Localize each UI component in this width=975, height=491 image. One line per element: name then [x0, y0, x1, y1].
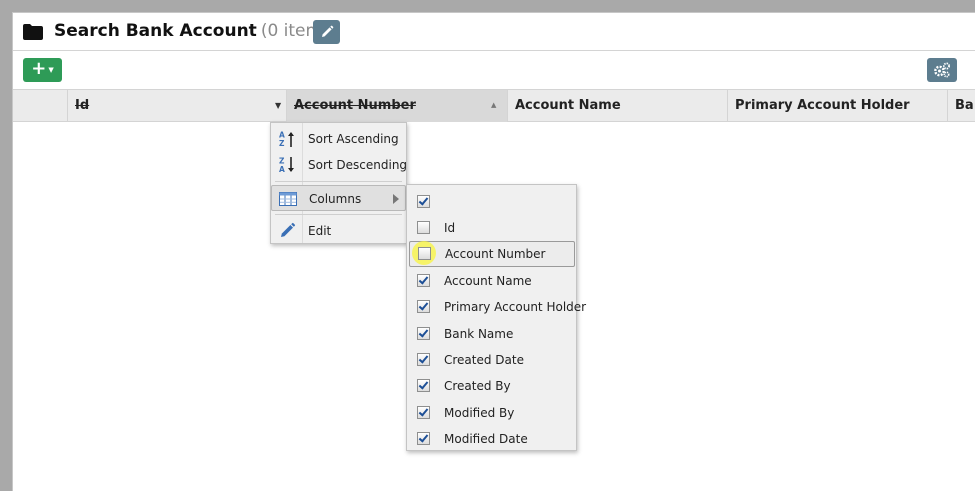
menu-item-label: Sort Ascending [308, 132, 399, 146]
column-toggle-account-number[interactable]: Account Number [409, 241, 575, 267]
column-toggle-label: Created By [444, 379, 511, 393]
menu-divider [275, 214, 402, 215]
checkbox-checked[interactable] [417, 327, 430, 340]
sort-ascending-icon: A Z [279, 131, 294, 148]
column-header-primary-account-holder[interactable]: Primary Account Holder [728, 90, 948, 122]
page-title-text: Search Bank Account [54, 21, 257, 41]
columns-icon [279, 192, 297, 206]
menu-item-label: Sort Descending [308, 158, 408, 172]
svg-text:Z: Z [279, 139, 285, 148]
menu-item-label: Columns [309, 192, 362, 206]
column-toggle-created-by[interactable]: Created By [409, 374, 575, 398]
column-toggle-label: Bank Name [444, 327, 514, 341]
pencil-icon [321, 25, 333, 37]
page-title: Search Bank Account (0 item) [54, 21, 329, 41]
column-header-account-number[interactable]: Account Number [287, 90, 508, 122]
column-toggle-label: Account Number [445, 247, 546, 261]
columns-submenu: Id Account Number Account Name Primary A… [406, 184, 586, 451]
checkbox-checked[interactable] [417, 353, 430, 366]
checkbox-unchecked[interactable] [417, 221, 430, 234]
svg-text:A: A [279, 165, 285, 174]
column-header-account-name[interactable]: Account Name [508, 90, 728, 122]
column-toggle-row-selector[interactable] [409, 190, 575, 214]
add-button[interactable]: + ▼ [23, 58, 62, 82]
edit-title-button[interactable] [313, 20, 340, 44]
plus-icon: + [31, 58, 47, 79]
checkbox-checked[interactable] [417, 432, 430, 445]
column-header-bank-name[interactable]: Ba [948, 90, 975, 122]
checkbox-checked[interactable] [417, 406, 430, 419]
checkbox-checked[interactable] [417, 379, 430, 392]
grid-header: Id ▼ Account Number ▲ Account Name Prima… [13, 89, 975, 122]
settings-button[interactable] [927, 58, 957, 82]
column-menu-trigger[interactable]: ▼ [275, 90, 287, 122]
menu-item-sort-descending[interactable]: Z A Sort Descending [271, 152, 408, 178]
menu-item-edit[interactable]: Edit [271, 218, 406, 244]
menu-item-label: Edit [308, 224, 332, 238]
column-toggle-modified-date[interactable]: Modified Date [409, 427, 575, 451]
checkbox-checked[interactable] [417, 300, 430, 313]
checkbox-checked[interactable] [417, 195, 430, 208]
sort-descending-icon: Z A [279, 157, 294, 174]
sort-indicator-icon: ▲ [491, 101, 497, 109]
pencil-icon [281, 222, 296, 237]
folder-icon [23, 24, 43, 40]
column-toggle-bank-name[interactable]: Bank Name [409, 322, 575, 346]
menu-divider [275, 181, 402, 182]
column-toggle-created-date[interactable]: Created Date [409, 348, 575, 372]
menu-item-columns[interactable]: Columns [271, 185, 406, 211]
column-toggle-label: Created Date [444, 353, 524, 367]
column-toggle-id[interactable]: Id [409, 216, 575, 240]
checkbox-checked[interactable] [417, 274, 430, 287]
column-toggle-label: Modified Date [444, 432, 528, 446]
checkbox-unchecked[interactable] [418, 247, 431, 260]
menu-item-sort-ascending[interactable]: A Z Sort Ascending [271, 126, 406, 152]
panel-header: Search Bank Account (0 item) [13, 13, 975, 51]
submenu-arrow-icon [393, 194, 399, 204]
column-header-id[interactable]: Id [68, 90, 287, 122]
column-toggle-label: Id [444, 221, 456, 235]
gears-icon [934, 62, 950, 78]
column-toggle-label: Modified By [444, 406, 515, 420]
column-toggle-modified-by[interactable]: Modified By [409, 401, 575, 425]
column-context-menu: A Z Sort Ascending Z A Sort Descending C… [270, 122, 407, 244]
column-toggle-label: Primary Account Holder [444, 300, 587, 314]
caret-down-icon: ▼ [48, 66, 54, 74]
column-toggle-primary-account-holder[interactable]: Primary Account Holder [409, 295, 586, 319]
column-toggle-account-name[interactable]: Account Name [409, 269, 575, 293]
column-toggle-label: Account Name [444, 274, 532, 288]
row-selector-column-header[interactable] [13, 90, 68, 122]
